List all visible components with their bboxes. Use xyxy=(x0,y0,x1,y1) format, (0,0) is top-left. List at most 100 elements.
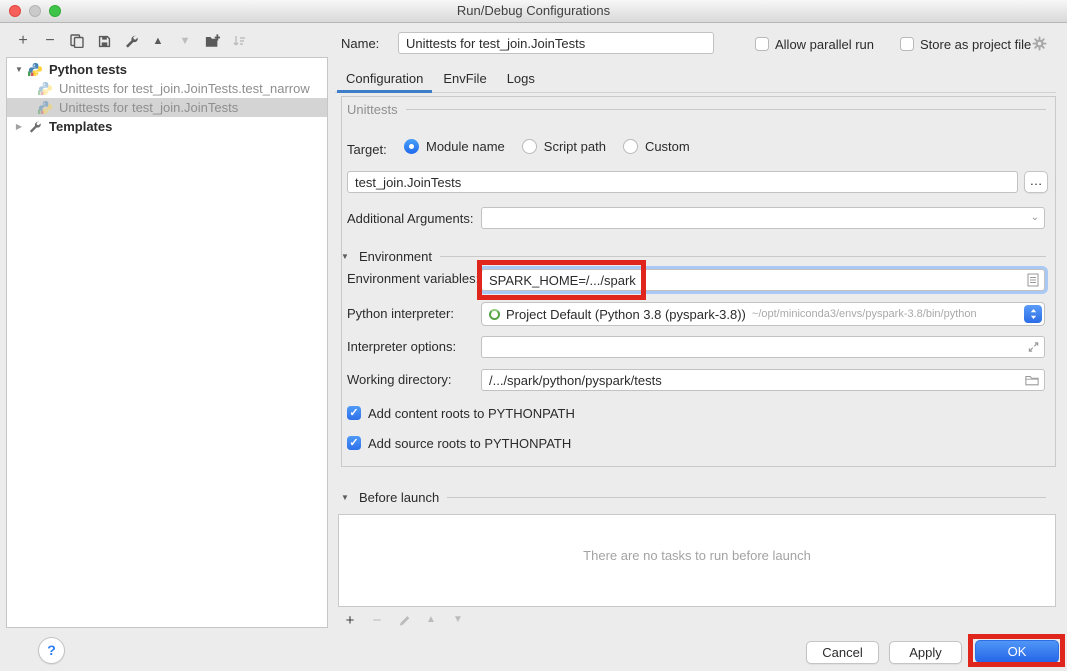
radio-label: Module name xyxy=(426,139,505,154)
check-icon: ✓ xyxy=(349,437,358,449)
copy-configuration-button[interactable] xyxy=(66,30,88,52)
name-label: Name: xyxy=(341,36,379,52)
sort-configurations-button[interactable] xyxy=(228,30,250,52)
before-launch-toolbar: + − ▲ ▼ xyxy=(341,611,467,629)
gear-icon xyxy=(1032,36,1047,51)
additional-arguments-input[interactable]: ⌄ xyxy=(481,207,1045,229)
edit-task-button[interactable] xyxy=(395,611,413,629)
wrench-icon xyxy=(124,34,138,48)
new-folder-button[interactable] xyxy=(201,30,223,52)
python-interpreter-path: ~/opt/miniconda3/envs/pyspark-3.8/bin/py… xyxy=(752,308,977,320)
target-radio-group: Module name Script path Custom xyxy=(404,139,690,154)
minimize-button[interactable] xyxy=(29,5,41,17)
save-configuration-button[interactable] xyxy=(93,30,115,52)
radio-option-module-name[interactable]: Module name xyxy=(404,139,505,154)
store-as-project-file-checkbox[interactable] xyxy=(900,37,914,51)
zoom-button[interactable] xyxy=(49,5,61,17)
python-interpreter-select[interactable]: Project Default (Python 3.8 (pyspark-3.8… xyxy=(481,302,1045,326)
additional-arguments-label: Additional Arguments: xyxy=(347,211,473,227)
before-launch-title: Before launch xyxy=(359,490,439,505)
edit-templates-button[interactable] xyxy=(120,30,142,52)
tree-item-label: Templates xyxy=(49,119,112,134)
tree-item-label: Unittests for test_join.JoinTests.test_n… xyxy=(59,81,310,96)
tree-item-unittests-test-narrow[interactable]: Unittests for test_join.JoinTests.test_n… xyxy=(7,79,327,98)
expand-field-button[interactable] xyxy=(1028,342,1039,353)
sort-az-icon xyxy=(232,34,246,48)
move-down-button[interactable]: ▼ xyxy=(174,30,196,52)
up-down-chevrons-icon xyxy=(1029,308,1038,320)
tab-logs[interactable]: Logs xyxy=(498,67,544,92)
cancel-button[interactable]: Cancel xyxy=(806,641,879,664)
radio-option-custom[interactable]: Custom xyxy=(623,139,690,154)
radio-script-path[interactable] xyxy=(522,139,537,154)
python-tests-icon xyxy=(28,62,44,78)
run-debug-configurations-dialog: Run/Debug Configurations + − ▲ ▼ ▼ Pyth xyxy=(0,0,1067,671)
unittests-group-title: Unittests xyxy=(347,101,1046,117)
expand-caret-icon[interactable]: ▶ xyxy=(13,122,25,131)
interpreter-options-input[interactable] xyxy=(481,336,1045,358)
copy-icon xyxy=(70,34,84,48)
templates-wrench-icon xyxy=(28,119,44,135)
add-configuration-button[interactable]: + xyxy=(12,30,34,52)
collapse-caret-icon[interactable]: ▼ xyxy=(341,493,351,502)
browse-module-button[interactable]: … xyxy=(1024,171,1048,193)
close-button[interactable] xyxy=(9,5,21,17)
collapse-caret-icon[interactable]: ▼ xyxy=(13,65,25,74)
python-interpreter-label: Python interpreter: xyxy=(347,306,454,322)
store-options-gear-button[interactable] xyxy=(1032,36,1047,54)
before-launch-empty-message: There are no tasks to run before launch xyxy=(583,548,811,563)
environment-section-header[interactable]: ▼ Environment xyxy=(341,248,1046,264)
remove-configuration-button[interactable]: − xyxy=(39,30,61,52)
environment-variables-value: SPARK_HOME=/.../spark xyxy=(489,273,636,288)
add-content-roots-checkbox[interactable]: ✓ xyxy=(347,406,361,420)
radio-label: Custom xyxy=(645,139,690,154)
move-task-down-button[interactable]: ▼ xyxy=(449,611,467,629)
radio-option-script-path[interactable]: Script path xyxy=(522,139,606,154)
pencil-icon xyxy=(398,614,411,627)
tree-item-label: Python tests xyxy=(49,62,127,77)
radio-custom[interactable] xyxy=(623,139,638,154)
configurations-toolbar: + − ▲ ▼ xyxy=(12,30,250,52)
radio-module-name[interactable] xyxy=(404,139,419,154)
chevron-down-icon[interactable]: ⌄ xyxy=(1031,213,1039,223)
new-folder-icon xyxy=(205,34,220,48)
add-source-roots-checkbox[interactable]: ✓ xyxy=(347,436,361,450)
working-directory-value: /.../spark/python/pyspark/tests xyxy=(489,373,662,388)
ellipsis-icon: … xyxy=(1030,173,1043,188)
browse-directory-button[interactable] xyxy=(1025,375,1039,386)
module-name-input[interactable]: test_join.JoinTests xyxy=(347,171,1018,193)
working-directory-input[interactable]: /.../spark/python/pyspark/tests xyxy=(481,369,1045,391)
module-name-value: test_join.JoinTests xyxy=(355,175,461,190)
python-test-config-icon xyxy=(38,100,54,116)
working-directory-label: Working directory: xyxy=(347,372,452,388)
add-task-button[interactable]: + xyxy=(341,611,359,629)
cancel-label: Cancel xyxy=(822,645,862,660)
tab-envfile[interactable]: EnvFile xyxy=(434,67,495,92)
tab-configuration[interactable]: Configuration xyxy=(337,67,432,92)
ok-button[interactable]: OK xyxy=(975,640,1059,663)
tree-item-python-tests[interactable]: ▼ Python tests xyxy=(7,60,327,79)
environment-variables-input[interactable]: SPARK_HOME=/.../spark xyxy=(481,269,1045,291)
before-launch-section-header[interactable]: ▼ Before launch xyxy=(341,489,1046,505)
move-task-up-button[interactable]: ▲ xyxy=(422,611,440,629)
apply-button[interactable]: Apply xyxy=(889,641,962,664)
tree-item-templates[interactable]: ▶ Templates xyxy=(7,117,327,136)
allow-parallel-run-checkbox[interactable] xyxy=(755,37,769,51)
save-icon xyxy=(98,35,111,48)
interpreter-options-label: Interpreter options: xyxy=(347,339,456,355)
browse-variables-button[interactable] xyxy=(1027,273,1039,287)
conda-env-icon xyxy=(489,309,500,320)
tree-item-unittests-jointests-selected[interactable]: Unittests for test_join.JoinTests xyxy=(7,98,327,117)
environment-variables-label: Environment variables: xyxy=(347,271,479,287)
environment-title: Environment xyxy=(359,249,432,264)
configurations-tree: ▼ Python tests Unittests for test_join.J… xyxy=(6,57,328,628)
name-input[interactable]: Unittests for test_join.JoinTests xyxy=(398,32,714,54)
move-up-button[interactable]: ▲ xyxy=(147,30,169,52)
help-button[interactable]: ? xyxy=(38,637,65,664)
add-content-roots-label: Add content roots to PYTHONPATH xyxy=(368,406,575,422)
remove-task-button[interactable]: − xyxy=(368,611,386,629)
check-icon: ✓ xyxy=(349,407,358,419)
combo-arrows-button[interactable] xyxy=(1024,305,1042,323)
folder-icon xyxy=(1025,375,1039,386)
collapse-caret-icon[interactable]: ▼ xyxy=(341,252,351,261)
